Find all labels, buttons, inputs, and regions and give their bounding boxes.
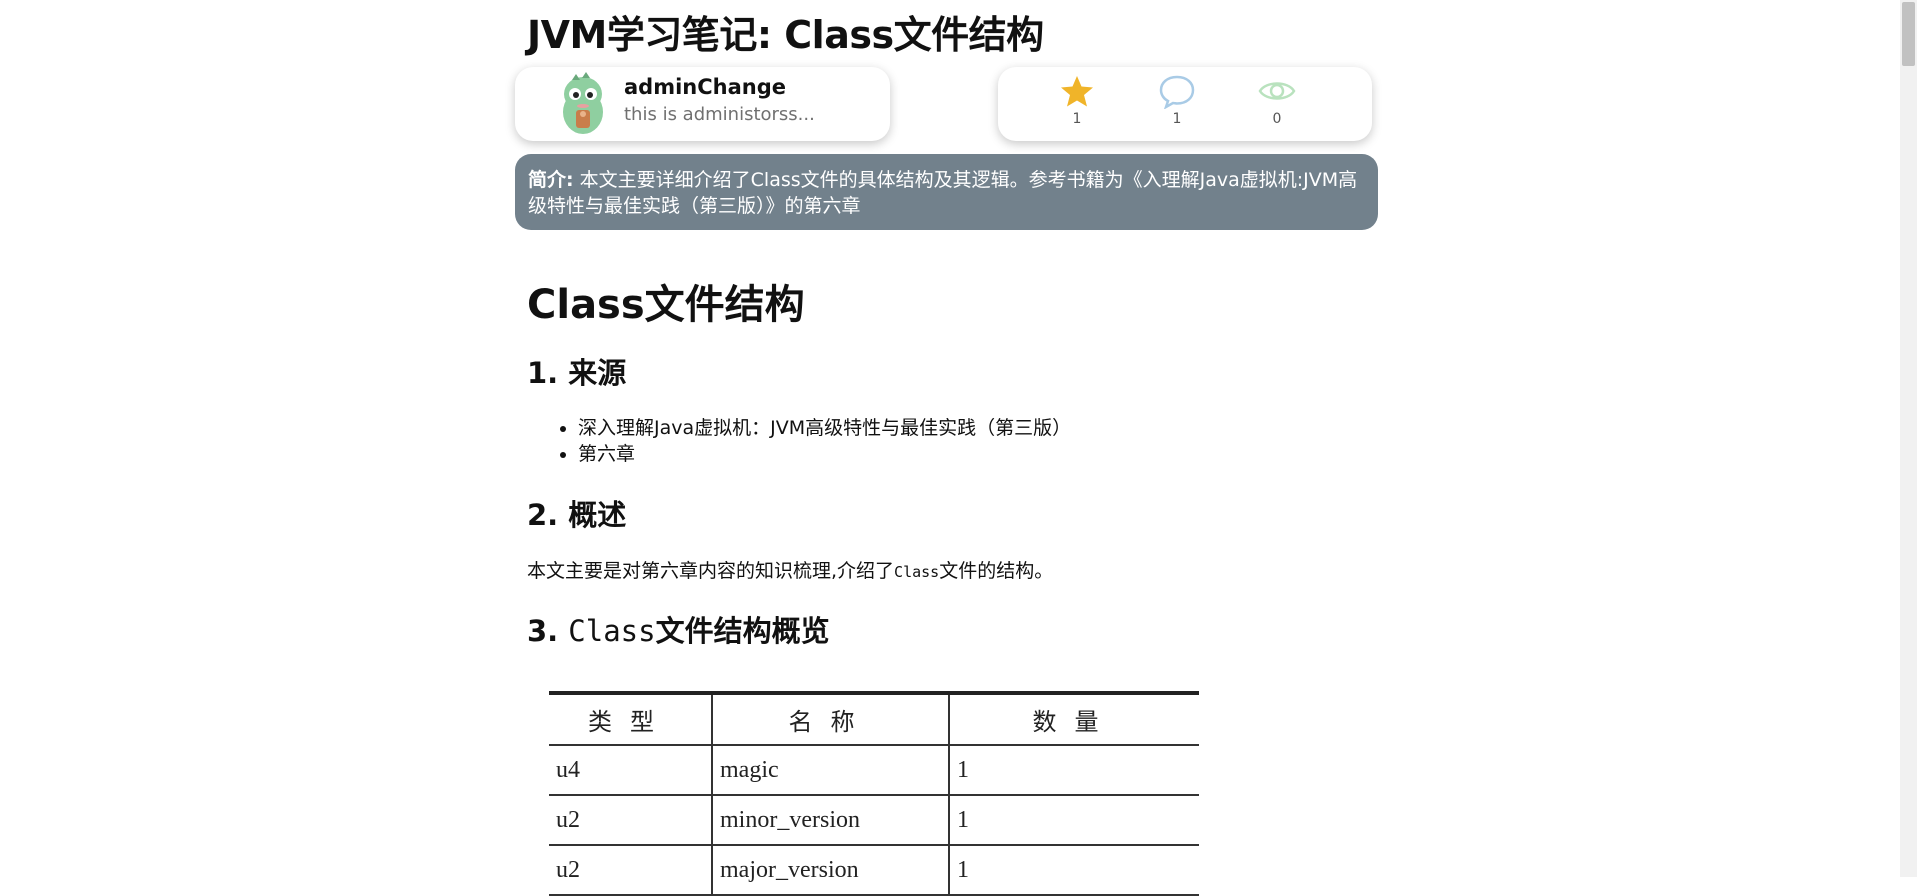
table-cell: u4 (549, 745, 713, 796)
view-button[interactable]: 0 (1252, 73, 1302, 127)
section-heading-source: 1. 来源 (527, 356, 627, 390)
page-title: JVM学习笔记: Class文件结构 (527, 13, 1044, 57)
avatar[interactable] (552, 72, 614, 136)
overview-text-after: 文件的结构。 (939, 560, 1054, 582)
class-structure-table-image: 类型 名称 数量 u4 magic 1 u2 minor_version 1 u… (549, 691, 1199, 896)
column-header-type: 类型 (549, 695, 713, 746)
scrollbar-thumb[interactable] (1902, 2, 1915, 66)
table-cell: 1 (949, 745, 1199, 796)
table-header-row: 类型 名称 数量 (549, 695, 1199, 746)
heading-text: 文件结构概览 (655, 614, 830, 648)
star-icon (1061, 76, 1093, 107)
table-cell: u2 (549, 845, 713, 896)
overview-paragraph: 本文主要是对第六章内容的知识梳理,介绍了Class文件的结构。 (527, 556, 1053, 583)
column-header-count: 数量 (949, 695, 1199, 746)
table-cell: 1 (949, 845, 1199, 896)
inline-code: Class (894, 563, 940, 581)
article-heading: Class文件结构 (527, 282, 805, 328)
table-cell: 1 (949, 795, 1199, 846)
section-heading-overview: 2. 概述 (527, 498, 627, 532)
list-item: 深入理解Java虚拟机：JVM高级特性与最佳实践（第三版） (578, 415, 1071, 441)
table-row: u4 magic 1 (549, 745, 1199, 796)
heading-inline-code: Class (568, 614, 656, 648)
table-cell: magic (712, 745, 950, 796)
author-card[interactable]: adminChange this is administorss... (515, 67, 890, 141)
star-button[interactable]: 1 (1052, 73, 1102, 127)
author-name[interactable]: adminChange (624, 75, 786, 99)
table-row: u2 major_version 1 (549, 845, 1199, 896)
comment-icon (1159, 75, 1195, 109)
eye-icon (1258, 82, 1296, 100)
vertical-scrollbar[interactable] (1900, 0, 1917, 877)
summary-box: 简介: 本文主要详细介绍了Class文件的具体结构及其逻辑。参考书籍为《入理解J… (515, 154, 1378, 230)
overview-text-before: 本文主要是对第六章内容的知识梳理,介绍了 (527, 560, 895, 582)
view-count: 0 (1272, 111, 1282, 127)
list-item: 第六章 (578, 441, 1071, 467)
stats-card: 1 1 0 (998, 67, 1372, 141)
author-description: this is administorss... (624, 104, 814, 125)
summary-text: 本文主要详细介绍了Class文件的具体结构及其逻辑。参考书籍为《入理解Java虚… (528, 169, 1358, 217)
table-cell: minor_version (712, 795, 950, 846)
comment-count: 1 (1172, 111, 1182, 127)
summary-label: 简介: (528, 169, 574, 191)
heading-number: 3. (527, 614, 569, 648)
class-structure-table: 类型 名称 数量 u4 magic 1 u2 minor_version 1 u… (549, 695, 1199, 896)
star-count: 1 (1072, 111, 1082, 127)
table-cell: major_version (712, 845, 950, 896)
source-list: 深入理解Java虚拟机：JVM高级特性与最佳实践（第三版） 第六章 (552, 415, 1071, 467)
comment-button[interactable]: 1 (1152, 73, 1202, 127)
section-heading-class-overview: 3. Class文件结构概览 (527, 608, 830, 650)
column-header-name: 名称 (712, 695, 950, 746)
table-row: u2 minor_version 1 (549, 795, 1199, 846)
table-cell: u2 (549, 795, 713, 846)
